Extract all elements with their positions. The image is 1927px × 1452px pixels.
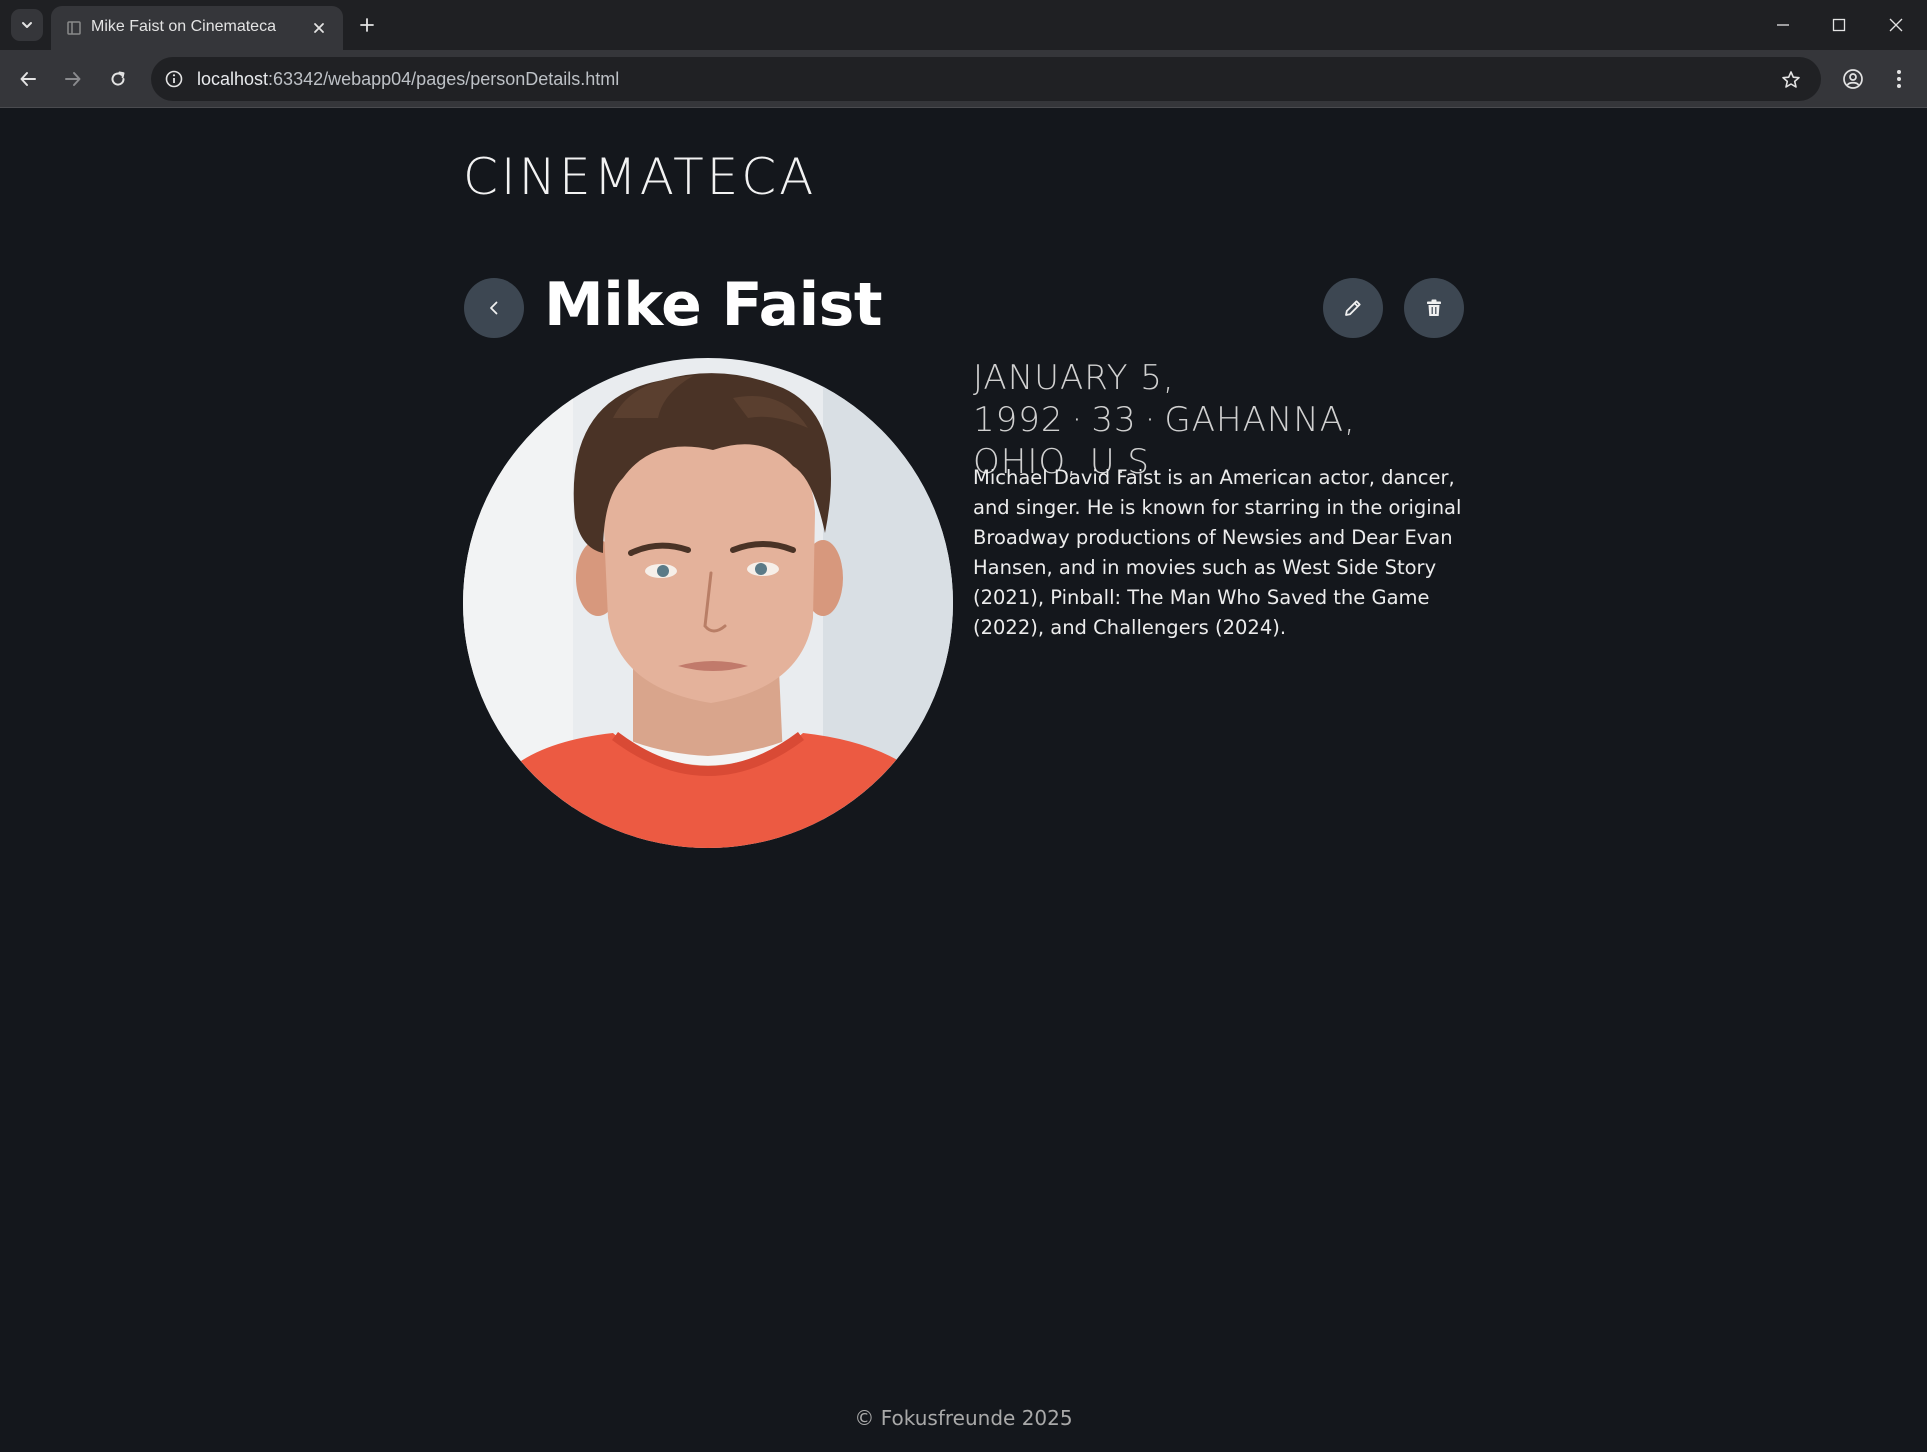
pencil-icon — [1345, 300, 1361, 316]
address-bar[interactable]: localhost:63342/webapp04/pages/personDet… — [151, 57, 1821, 101]
tab-title: Mike Faist on Cinemateca — [91, 18, 276, 35]
bookmark-button[interactable] — [1777, 66, 1805, 94]
chevron-left-icon — [490, 301, 498, 315]
star-icon — [1782, 71, 1800, 88]
kebab-menu-icon — [1897, 70, 1901, 88]
url-text: localhost:63342/webapp04/pages/personDet… — [197, 69, 619, 90]
arrow-left-icon — [20, 72, 36, 86]
browser-tab-strip: Mike Faist on Cinemateca — [0, 0, 1927, 50]
back-button[interactable] — [464, 278, 524, 338]
meta-separator: · — [1071, 400, 1084, 440]
person-name: Mike Faist — [544, 270, 883, 340]
url-host: localhost — [197, 69, 269, 89]
reload-button[interactable] — [102, 63, 134, 95]
profile-button[interactable] — [1837, 63, 1869, 95]
portrait-image — [463, 358, 953, 848]
page-favicon-icon — [67, 21, 81, 35]
browser-menu-button[interactable] — [1883, 63, 1915, 95]
maximize-icon — [1832, 18, 1846, 32]
arrow-right-icon — [65, 72, 81, 86]
close-icon — [1889, 18, 1903, 32]
window-close-button[interactable] — [1868, 0, 1924, 50]
new-tab-button[interactable] — [352, 10, 382, 40]
minimize-icon — [1777, 24, 1789, 26]
forward-nav-button[interactable] — [57, 63, 89, 95]
tab-search-button[interactable] — [11, 9, 43, 41]
back-nav-button[interactable] — [12, 63, 44, 95]
site-info-button[interactable] — [162, 67, 186, 91]
person-age: 33 — [1091, 400, 1137, 440]
window-minimize-button[interactable] — [1755, 0, 1811, 50]
browser-tab-active[interactable]: Mike Faist on Cinemateca — [51, 6, 343, 50]
person-biography: Michael David Faist is an American actor… — [973, 466, 1462, 639]
meta-separator: · — [1144, 400, 1157, 440]
footer-copyright: © Fokusfreunde 2025 — [854, 1406, 1073, 1430]
window-maximize-button[interactable] — [1811, 0, 1867, 50]
tab-close-button[interactable] — [309, 18, 329, 38]
account-icon — [1843, 69, 1863, 89]
person-portrait — [463, 358, 953, 848]
plus-icon — [360, 18, 374, 32]
chevron-down-icon — [22, 22, 32, 28]
reload-icon — [111, 71, 125, 86]
close-icon — [314, 23, 324, 33]
url-path: :63342/webapp04/pages/personDetails.html — [268, 69, 620, 89]
info-icon — [165, 70, 183, 88]
browser-toolbar: localhost:63342/webapp04/pages/personDet… — [0, 50, 1927, 108]
site-brand[interactable]: CINEMATECA — [463, 148, 816, 206]
trash-icon — [1427, 299, 1441, 316]
delete-button[interactable] — [1404, 278, 1464, 338]
edit-button[interactable] — [1323, 278, 1383, 338]
